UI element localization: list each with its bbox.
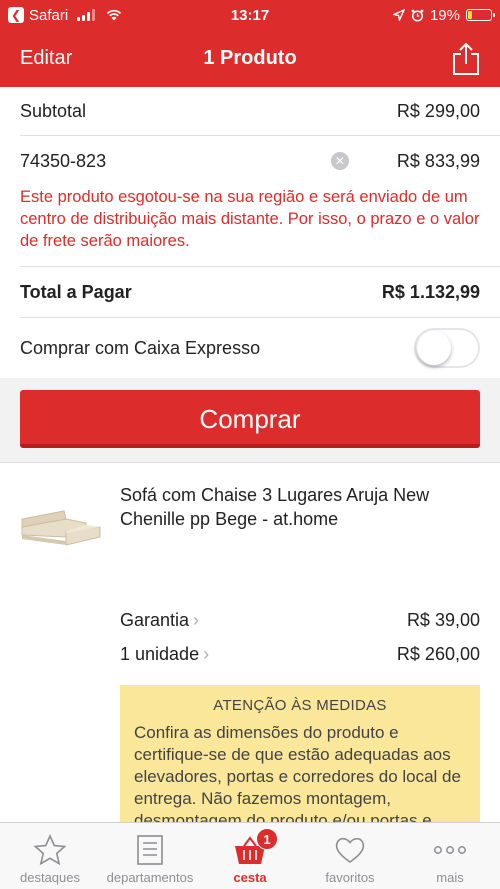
freight-value: R$ 833,99	[396, 150, 480, 171]
tab-cesta[interactable]: 1 cesta	[200, 823, 300, 889]
total-label: Total a Pagar	[20, 281, 132, 302]
tab-label: mais	[436, 870, 464, 885]
more-icon	[434, 846, 466, 854]
list-icon	[137, 835, 163, 865]
express-checkout-row: Comprar com Caixa Expresso	[0, 318, 500, 378]
buy-area: Comprar	[0, 378, 500, 463]
back-to-app-icon[interactable]: ❮	[8, 7, 24, 23]
battery-icon	[466, 9, 495, 21]
location-arrow-icon	[392, 9, 405, 21]
total-row: Total a Pagar R$ 1.132,99	[0, 267, 500, 317]
chevron-right-icon: ›	[203, 643, 210, 664]
tab-mais[interactable]: mais	[400, 823, 500, 889]
top-bar: ❮ Safari 13:17 19% Editar 1 Produto	[0, 0, 500, 87]
tab-destaques[interactable]: destaques	[0, 823, 100, 889]
cep-field[interactable]: 74350-823	[20, 151, 106, 172]
quantity-label[interactable]: 1 unidade	[120, 644, 199, 665]
express-checkout-toggle[interactable]	[414, 328, 480, 368]
battery-percent: 19%	[429, 6, 460, 24]
nav-bar: Editar 1 Produto	[0, 30, 500, 87]
edit-button[interactable]: Editar	[20, 47, 72, 70]
star-icon	[33, 834, 67, 866]
tab-label: cesta	[233, 870, 267, 885]
subtotal-row: Subtotal R$ 299,00	[0, 87, 500, 135]
product-name[interactable]: Sofá com Chaise 3 Lugares Aruja New Chen…	[120, 483, 480, 557]
page-title: 1 Produto	[203, 47, 297, 69]
tab-label: destaques	[20, 870, 80, 885]
cart-count-badge: 1	[256, 828, 278, 850]
signal-icon	[77, 9, 96, 21]
share-icon[interactable]	[452, 42, 480, 76]
quantity-row[interactable]: 1 unidade › R$ 260,00	[0, 637, 500, 671]
tab-favoritos[interactable]: favoritos	[300, 823, 400, 889]
notice-title: ATENÇÃO ÀS MEDIDAS	[213, 697, 387, 714]
buy-button[interactable]: Comprar	[20, 390, 480, 448]
cart-item: Sofá com Chaise 3 Lugares Aruja New Chen…	[0, 463, 500, 557]
carrier-label[interactable]: Safari	[29, 7, 68, 24]
alarm-icon	[411, 9, 424, 22]
cep-row[interactable]: 74350-823 ✕ R$ 833,99	[0, 136, 500, 186]
chevron-right-icon: ›	[193, 609, 200, 630]
subtotal-label: Subtotal	[20, 100, 87, 121]
warranty-value: R$ 39,00	[406, 609, 480, 630]
warranty-label[interactable]: Garantia	[120, 610, 189, 631]
total-value: R$ 1.132,99	[381, 281, 480, 302]
warranty-row[interactable]: Garantia › R$ 39,00	[0, 603, 500, 637]
tab-departamentos[interactable]: departamentos	[100, 823, 200, 889]
stock-warning-text: Este produto esgotou-se na sua região e …	[20, 188, 480, 250]
express-checkout-label: Comprar com Caixa Expresso	[20, 337, 261, 358]
toggle-knob	[417, 331, 451, 365]
tab-bar: destaques departamentos 1 cesta favorito…	[0, 822, 500, 889]
tab-label: favoritos	[325, 870, 375, 885]
clear-cep-icon[interactable]: ✕	[330, 152, 349, 170]
tab-label: departamentos	[106, 870, 194, 885]
heart-icon	[335, 837, 365, 863]
subtotal-value: R$ 299,00	[396, 100, 480, 121]
product-thumbnail[interactable]	[16, 497, 104, 557]
wifi-icon	[107, 9, 122, 21]
quantity-value: R$ 260,00	[396, 643, 480, 664]
status-bar: ❮ Safari 13:17 19%	[0, 0, 500, 30]
